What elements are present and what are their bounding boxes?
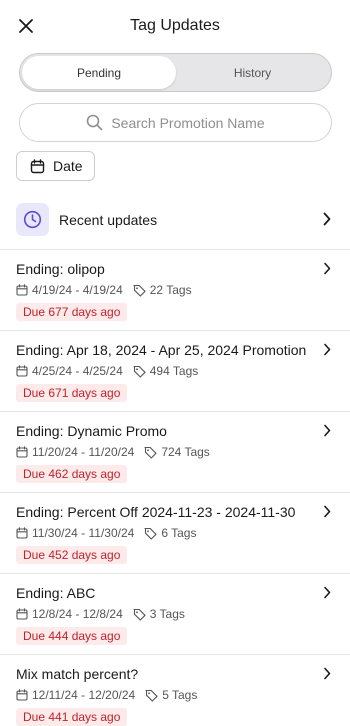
calendar-icon <box>30 158 45 173</box>
top-bar: Tag Updates <box>0 0 350 52</box>
tag-count: 22 Tags <box>149 283 192 297</box>
tag-icon <box>144 446 157 459</box>
promotion-title: Ending: olipop <box>16 261 105 277</box>
chevron-right-icon <box>324 586 331 599</box>
tab-history[interactable]: History <box>176 56 329 89</box>
calendar-icon <box>16 689 28 701</box>
tag-icon <box>145 689 158 702</box>
search-placeholder: Search Promotion Name <box>111 114 265 131</box>
date-filter-label: Date <box>53 158 83 174</box>
promotion-meta: 12/8/24 - 12/8/24 3 Tags <box>16 607 185 621</box>
promotion-dates: 4/19/24 - 4/19/24 <box>32 283 123 297</box>
tag-count: 494 Tags <box>149 364 199 378</box>
search-input[interactable]: Search Promotion Name <box>19 103 332 142</box>
calendar-icon <box>16 284 28 296</box>
recent-updates-label: Recent updates <box>59 212 158 228</box>
promotion-title: Ending: ABC <box>16 585 96 601</box>
calendar-icon <box>16 446 28 458</box>
promotion-title: Ending: Percent Off 2024-11-23 - 2024-11… <box>16 504 296 520</box>
clock-icon <box>16 203 49 236</box>
calendar-icon <box>16 527 28 539</box>
promotion-title: Ending: Dynamic Promo <box>16 423 167 439</box>
due-badge: Due 444 days ago <box>16 627 128 645</box>
promotion-title: Mix match percent? <box>16 666 139 682</box>
promotion-list-item[interactable]: Mix match percent? 12/11/24 - 12/20/24 5… <box>0 655 350 726</box>
tag-icon <box>144 527 157 540</box>
promotion-list-item[interactable]: Ending: Percent Off 2024-11-23 - 2024-11… <box>0 493 350 573</box>
promotion-dates: 12/8/24 - 12/8/24 <box>32 607 123 621</box>
promotion-meta: 11/20/24 - 11/20/24 724 Tags <box>16 445 210 459</box>
promotion-dates: 11/30/24 - 11/30/24 <box>32 526 135 540</box>
due-badge: Due 441 days ago <box>16 708 128 726</box>
tag-count: 5 Tags <box>162 688 198 702</box>
calendar-icon <box>16 608 28 620</box>
promotion-meta: 12/11/24 - 12/20/24 5 Tags <box>16 688 197 702</box>
page-title: Tag Updates <box>130 17 220 34</box>
recent-updates-row[interactable]: Recent updates <box>0 198 350 242</box>
date-filter-button[interactable]: Date <box>16 151 95 181</box>
calendar-icon <box>16 365 28 377</box>
promotion-meta: 11/30/24 - 11/30/24 6 Tags <box>16 526 196 540</box>
tab-pending[interactable]: Pending <box>22 56 176 89</box>
chevron-right-icon <box>324 343 331 356</box>
chevron-right-icon <box>324 667 331 680</box>
promotion-list-item[interactable]: Ending: olipop 4/19/24 - 4/19/24 22 Tags… <box>0 250 350 330</box>
promotion-list-item[interactable]: Ending: Dynamic Promo 11/20/24 - 11/20/2… <box>0 412 350 492</box>
chevron-right-icon <box>323 212 331 226</box>
due-badge: Due 452 days ago <box>16 546 128 564</box>
tag-count: 724 Tags <box>161 445 210 459</box>
chevron-right-icon <box>324 505 331 518</box>
due-badge: Due 677 days ago <box>16 303 128 321</box>
promotion-dates: 4/25/24 - 4/25/24 <box>32 364 123 378</box>
promotion-meta: 4/19/24 - 4/19/24 22 Tags <box>16 283 192 297</box>
promotion-dates: 12/11/24 - 12/20/24 <box>32 688 136 702</box>
tag-icon <box>133 365 146 378</box>
promotion-dates: 11/20/24 - 11/20/24 <box>32 445 135 459</box>
promotion-list-item[interactable]: Ending: ABC 12/8/24 - 12/8/24 3 Tags Due… <box>0 574 350 654</box>
due-badge: Due 671 days ago <box>16 384 128 402</box>
due-badge: Due 462 days ago <box>16 465 128 483</box>
tag-count: 6 Tags <box>161 526 197 540</box>
promotion-list-item[interactable]: Ending: Apr 18, 2024 - Apr 25, 2024 Prom… <box>0 331 350 411</box>
tag-icon <box>133 608 146 621</box>
promotion-meta: 4/25/24 - 4/25/24 494 Tags <box>16 364 198 378</box>
tag-count: 3 Tags <box>149 607 185 621</box>
status-segmented-control: Pending History <box>19 53 332 92</box>
tag-icon <box>133 284 146 297</box>
search-icon <box>87 114 103 131</box>
chevron-right-icon <box>324 262 331 275</box>
chevron-right-icon <box>324 424 331 437</box>
promotion-title: Ending: Apr 18, 2024 - Apr 25, 2024 Prom… <box>16 342 307 358</box>
